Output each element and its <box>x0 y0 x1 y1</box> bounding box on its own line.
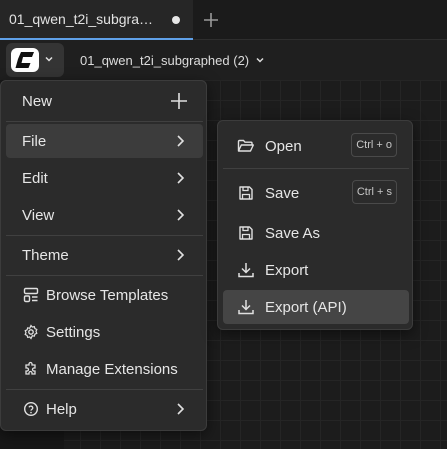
submenu-item-save[interactable]: Save Ctrl + s <box>223 176 409 210</box>
app-root: 01_qwen_t2i_subgra… 01_qwen_t2i_subgraph… <box>0 0 447 449</box>
download-icon <box>237 261 255 279</box>
new-tab-button[interactable] <box>201 10 221 30</box>
templates-icon <box>22 286 40 304</box>
menu-divider <box>6 121 203 122</box>
menu-item-label: New <box>22 92 53 110</box>
plus-icon <box>171 93 187 109</box>
workflow-tab[interactable]: 01_qwen_t2i_subgra… <box>0 0 193 40</box>
menu-item-browse-templates[interactable]: Browse Templates <box>6 278 203 312</box>
tab-bar: 01_qwen_t2i_subgra… <box>0 0 447 40</box>
menu-item-file[interactable]: File <box>6 124 203 158</box>
submenu-item-label: Save As <box>265 224 321 242</box>
menu-item-label: Edit <box>22 169 48 187</box>
chevron-right-icon <box>177 135 185 147</box>
save-as-icon <box>237 224 255 242</box>
chevron-down-icon <box>45 56 53 62</box>
workflow-name-dropdown[interactable]: 01_qwen_t2i_subgraphed (2) <box>80 40 265 80</box>
menu-item-label: Settings <box>46 323 101 341</box>
main-menu-button[interactable] <box>6 43 64 77</box>
tab-title: 01_qwen_t2i_subgra… <box>9 11 153 27</box>
main-menu: New File Edit View Theme Browse Template… <box>0 80 207 431</box>
chevron-right-icon <box>177 403 185 415</box>
menu-item-label: Browse Templates <box>46 286 169 304</box>
chevron-down-icon <box>255 55 265 65</box>
menu-item-label: View <box>22 206 55 224</box>
menu-item-label: Theme <box>22 246 69 264</box>
menu-item-new[interactable]: New <box>6 84 203 118</box>
menu-item-label: Help <box>46 400 77 418</box>
menu-item-settings[interactable]: Settings <box>6 315 203 349</box>
menu-divider <box>6 275 203 276</box>
chevron-right-icon <box>177 209 185 221</box>
menu-divider <box>6 389 203 390</box>
download-icon <box>237 298 255 316</box>
chevron-right-icon <box>177 172 185 184</box>
chevron-right-icon <box>177 249 185 261</box>
save-icon <box>237 184 255 202</box>
keyboard-shortcut: Ctrl + s <box>351 180 397 204</box>
comfy-logo-icon <box>11 48 39 72</box>
menu-divider <box>223 168 409 169</box>
unsaved-indicator <box>172 16 180 24</box>
menu-item-label: Manage Extensions <box>46 360 178 378</box>
menu-item-edit[interactable]: Edit <box>6 161 203 195</box>
submenu-item-save-as[interactable]: Save As <box>223 216 409 250</box>
keyboard-shortcut: Ctrl + o <box>351 133 397 157</box>
workflow-name: 01_qwen_t2i_subgraphed (2) <box>80 52 250 68</box>
submenu-item-open[interactable]: Open Ctrl + o <box>223 129 409 163</box>
puzzle-icon <box>22 360 40 378</box>
plus-icon <box>204 13 218 27</box>
submenu-item-label: Save <box>265 184 300 202</box>
menu-divider <box>6 235 203 236</box>
menu-item-help[interactable]: Help <box>6 392 203 426</box>
folder-open-icon <box>237 137 255 155</box>
menu-item-label: File <box>22 132 47 150</box>
submenu-item-label: Export (API) <box>265 298 347 316</box>
menu-item-theme[interactable]: Theme <box>6 238 203 272</box>
submenu-item-export-api[interactable]: Export (API) <box>223 290 409 324</box>
file-submenu: Open Ctrl + o Save Ctrl + s Save As Expo… <box>217 120 413 330</box>
menu-item-manage-extensions[interactable]: Manage Extensions <box>6 352 203 386</box>
menu-item-view[interactable]: View <box>6 198 203 232</box>
gear-icon <box>22 323 40 341</box>
submenu-item-export[interactable]: Export <box>223 253 409 287</box>
top-header: 01_qwen_t2i_subgraphed (2) <box>0 40 447 80</box>
submenu-item-label: Open <box>265 137 302 155</box>
submenu-item-label: Export <box>265 261 309 279</box>
help-icon <box>22 400 40 418</box>
